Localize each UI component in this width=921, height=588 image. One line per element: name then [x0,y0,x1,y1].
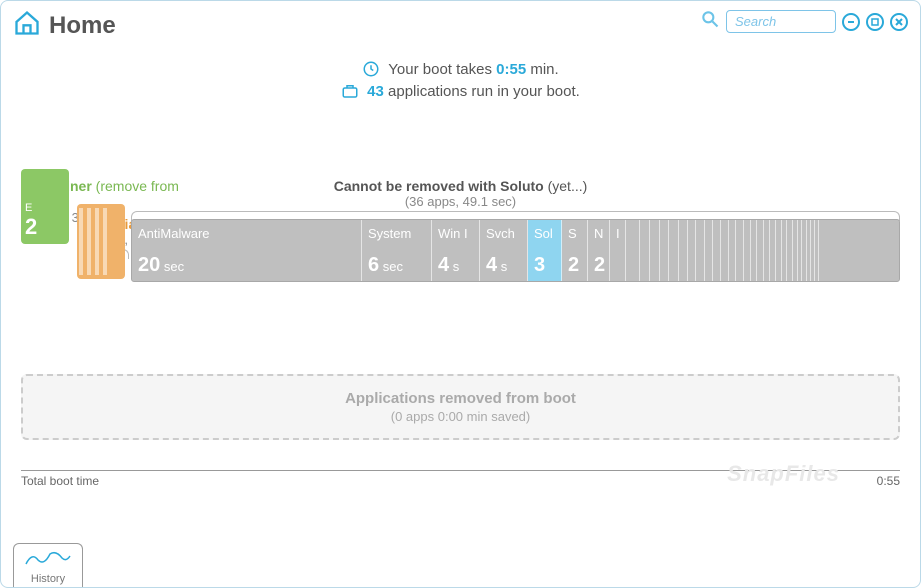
potential-block[interactable] [77,204,125,279]
cannot-label: Cannot be removed with Soluto [334,178,544,194]
chart-line-icon [24,548,72,568]
boot-segment-small[interactable] [815,220,819,281]
boot-segment-small[interactable] [705,220,713,281]
briefcase-icon [341,82,359,100]
categories: No-brainer (remove from boot) (3 apps, 3… [1,178,920,209]
boot-segment[interactable]: Svch4 s [480,220,528,281]
history-label: History [24,573,72,585]
boot-segment-small[interactable] [729,220,737,281]
boot-prefix: Your boot takes [388,61,496,78]
header-controls [700,9,908,34]
boot-segment-small[interactable] [669,220,678,281]
boot-segment[interactable]: I [610,220,626,281]
boot-segment[interactable]: Win I4 s [432,220,480,281]
watermark: SnapFiles [727,461,840,487]
summary: Your boot takes 0:55 min. 43 application… [1,60,920,100]
apps-count-line: 43 applications run in your boot. [1,82,920,100]
boot-time-line: Your boot takes 0:55 min. [1,60,920,78]
boot-segment-small[interactable] [696,220,705,281]
page-title: Home [49,12,116,40]
boot-segment[interactable]: AntiMalware20 sec [132,220,362,281]
boot-suffix: min. [526,61,559,78]
boot-segment-small[interactable] [640,220,650,281]
boot-segment-small[interactable] [736,220,743,281]
boot-time-value: 0:55 [496,61,526,78]
cannot-remove-bar: AntiMalware20 secSystem6 secWin I4 sSvch… [131,219,900,282]
block-label: E [25,202,65,214]
removed-panel: Applications removed from boot (0 apps 0… [21,374,900,440]
boot-segment[interactable]: S2 [562,220,588,281]
header: Home [1,1,920,50]
home-icon [13,9,41,42]
nobrainer-block[interactable]: E 2 [21,169,69,244]
block-value: 2 [25,214,65,240]
minimize-button[interactable] [842,13,860,31]
footer-label: Total boot time [21,474,99,488]
boot-segment-small[interactable] [713,220,721,281]
boot-segment[interactable]: N2 [588,220,610,281]
boot-segment-small[interactable] [721,220,729,281]
boot-segment-small[interactable] [744,220,751,281]
history-tab[interactable]: History [13,543,83,587]
boot-segment[interactable]: Sol3 [528,220,562,281]
search-icon[interactable] [700,9,720,34]
boot-segment-small[interactable] [688,220,697,281]
removed-sub: (0 apps 0:00 min saved) [23,409,898,424]
search-input[interactable] [726,10,836,33]
boot-segment-small[interactable] [660,220,670,281]
apps-count: 43 [367,83,384,100]
boot-segment-small[interactable] [679,220,688,281]
removed-title: Applications removed from boot [23,390,898,407]
boot-segment-small[interactable] [650,220,660,281]
apps-suffix: applications run in your boot. [384,83,580,100]
boot-segment[interactable]: I [626,220,640,281]
close-button[interactable] [890,13,908,31]
clock-icon [362,60,380,78]
boot-bar-area: E 2 AntiMalware20 secSystem6 secWin I4 s… [1,229,920,304]
boot-segment[interactable]: System6 sec [362,220,432,281]
footer-time: 0:55 [877,474,900,488]
cannot-hint: (yet...) [544,178,588,194]
maximize-button[interactable] [866,13,884,31]
boot-segment-small[interactable] [751,220,758,281]
